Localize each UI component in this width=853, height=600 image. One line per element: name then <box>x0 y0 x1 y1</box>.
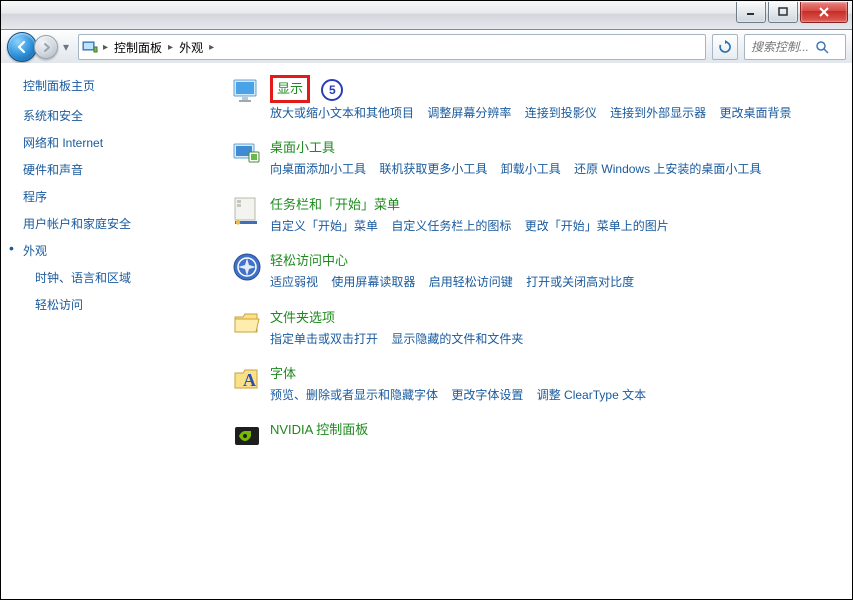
breadcrumb-sep: ▸ <box>99 42 112 53</box>
link-projector[interactable]: 连接到投影仪 <box>525 103 597 123</box>
link-high-contrast[interactable]: 打开或关闭高对比度 <box>526 272 634 292</box>
category-display: 显示 5 放大或缩小文本和其他项目 调整屏幕分辨率 连接到投影仪 连接到外部显示… <box>230 75 836 123</box>
breadcrumb[interactable]: ▸ 控制面板 ▸ 外观 ▸ <box>78 34 706 60</box>
sidebar-item-clock-language[interactable]: 时钟、语言和区域 <box>1 264 211 291</box>
window: ▾ ▸ 控制面板 ▸ 外观 ▸ 控制面板主页 系统和安全 网络和 Int <box>0 0 853 600</box>
link-cleartype[interactable]: 调整 ClearType 文本 <box>537 385 646 405</box>
folder-icon <box>230 307 264 341</box>
category-title-taskbar[interactable]: 任务栏和「开始」菜单 <box>270 194 400 213</box>
back-forward-group: ▾ <box>7 32 72 62</box>
link-text-size[interactable]: 放大或缩小文本和其他项目 <box>270 103 414 123</box>
sidebar-item-appearance[interactable]: 外观 <box>1 237 211 264</box>
main-content: 显示 5 放大或缩小文本和其他项目 调整屏幕分辨率 连接到投影仪 连接到外部显示… <box>212 63 852 599</box>
link-uninstall-gadgets[interactable]: 卸载小工具 <box>501 159 561 179</box>
category-nvidia: NVIDIA 控制面板 <box>230 419 836 453</box>
sidebar-item-system-security[interactable]: 系统和安全 <box>1 102 211 129</box>
window-buttons <box>734 2 848 22</box>
taskbar-icon <box>230 194 264 228</box>
back-button[interactable] <box>7 32 37 62</box>
minimize-button[interactable] <box>736 2 766 23</box>
sidebar-item-hardware-sound[interactable]: 硬件和声音 <box>1 156 211 183</box>
category-taskbar: 任务栏和「开始」菜单 自定义「开始」菜单 自定义任务栏上的图标 更改「开始」菜单… <box>230 194 836 236</box>
link-get-gadgets-online[interactable]: 联机获取更多小工具 <box>379 159 487 179</box>
link-restore-gadgets[interactable]: 还原 Windows 上安装的桌面小工具 <box>574 159 761 179</box>
step-annotation: 5 <box>321 79 343 101</box>
sidebar-item-user-accounts[interactable]: 用户帐户和家庭安全 <box>1 210 211 237</box>
category-title-fonts[interactable]: 字体 <box>270 363 296 382</box>
history-dropdown[interactable]: ▾ <box>60 40 72 54</box>
breadcrumb-appearance[interactable]: 外观 <box>177 39 205 56</box>
link-preview-fonts[interactable]: 预览、删除或者显示和隐藏字体 <box>270 385 438 405</box>
link-show-hidden[interactable]: 显示隐藏的文件和文件夹 <box>391 329 523 349</box>
link-add-gadgets[interactable]: 向桌面添加小工具 <box>270 159 366 179</box>
link-desktop-background[interactable]: 更改桌面背景 <box>719 103 791 123</box>
navigation-bar: ▾ ▸ 控制面板 ▸ 外观 ▸ <box>1 30 852 65</box>
ease-of-access-icon <box>230 250 264 284</box>
category-gadgets: 桌面小工具 向桌面添加小工具 联机获取更多小工具 卸载小工具 还原 Window… <box>230 137 836 179</box>
breadcrumb-sep: ▸ <box>164 42 177 53</box>
title-bar <box>1 1 852 30</box>
forward-button[interactable] <box>34 35 58 59</box>
search-icon <box>815 40 829 54</box>
control-panel-icon <box>81 39 99 55</box>
link-change-start-picture[interactable]: 更改「开始」菜单上的图片 <box>525 216 669 236</box>
link-click-behavior[interactable]: 指定单击或双击打开 <box>270 329 378 349</box>
search-box[interactable] <box>744 34 846 60</box>
category-title-folder-options[interactable]: 文件夹选项 <box>270 307 335 326</box>
sidebar-title[interactable]: 控制面板主页 <box>1 75 211 102</box>
breadcrumb-sep: ▸ <box>205 42 218 53</box>
svg-text:A: A <box>243 370 256 390</box>
fonts-icon: A <box>230 363 264 397</box>
category-folder-options: 文件夹选项 指定单击或双击打开 显示隐藏的文件和文件夹 <box>230 307 836 349</box>
refresh-button[interactable] <box>712 34 738 60</box>
link-screen-reader[interactable]: 使用屏幕读取器 <box>331 272 415 292</box>
link-customize-taskbar-icons[interactable]: 自定义任务栏上的图标 <box>391 216 511 236</box>
sidebar: 控制面板主页 系统和安全 网络和 Internet 硬件和声音 程序 用户帐户和… <box>1 63 212 599</box>
category-title-gadgets[interactable]: 桌面小工具 <box>270 137 335 156</box>
link-font-settings[interactable]: 更改字体设置 <box>451 385 523 405</box>
highlight-annotation: 显示 <box>270 75 310 103</box>
category-title-nvidia[interactable]: NVIDIA 控制面板 <box>270 419 368 438</box>
breadcrumb-control-panel[interactable]: 控制面板 <box>112 39 164 56</box>
gadgets-icon <box>230 137 264 171</box>
sidebar-item-ease-of-access[interactable]: 轻松访问 <box>1 291 211 318</box>
sidebar-item-programs[interactable]: 程序 <box>1 183 211 210</box>
body: 控制面板主页 系统和安全 网络和 Internet 硬件和声音 程序 用户帐户和… <box>1 63 852 599</box>
category-ease-of-access: 轻松访问中心 适应弱视 使用屏幕读取器 启用轻松访问键 打开或关闭高对比度 <box>230 250 836 292</box>
link-resolution[interactable]: 调整屏幕分辨率 <box>427 103 511 123</box>
link-customize-start[interactable]: 自定义「开始」菜单 <box>270 216 378 236</box>
maximize-button[interactable] <box>768 2 798 23</box>
category-fonts: A 字体 预览、删除或者显示和隐藏字体 更改字体设置 调整 ClearType … <box>230 363 836 405</box>
category-title-ease-of-access[interactable]: 轻松访问中心 <box>270 250 348 269</box>
link-low-vision[interactable]: 适应弱视 <box>270 272 318 292</box>
link-external-display[interactable]: 连接到外部显示器 <box>610 103 706 123</box>
nvidia-icon <box>230 419 264 453</box>
close-button[interactable] <box>800 2 848 23</box>
category-title-display[interactable]: 显示 <box>277 78 303 97</box>
sidebar-item-network-internet[interactable]: 网络和 Internet <box>1 129 211 156</box>
search-input[interactable] <box>749 39 815 55</box>
link-ease-keys[interactable]: 启用轻松访问键 <box>429 272 513 292</box>
display-icon <box>230 75 264 109</box>
